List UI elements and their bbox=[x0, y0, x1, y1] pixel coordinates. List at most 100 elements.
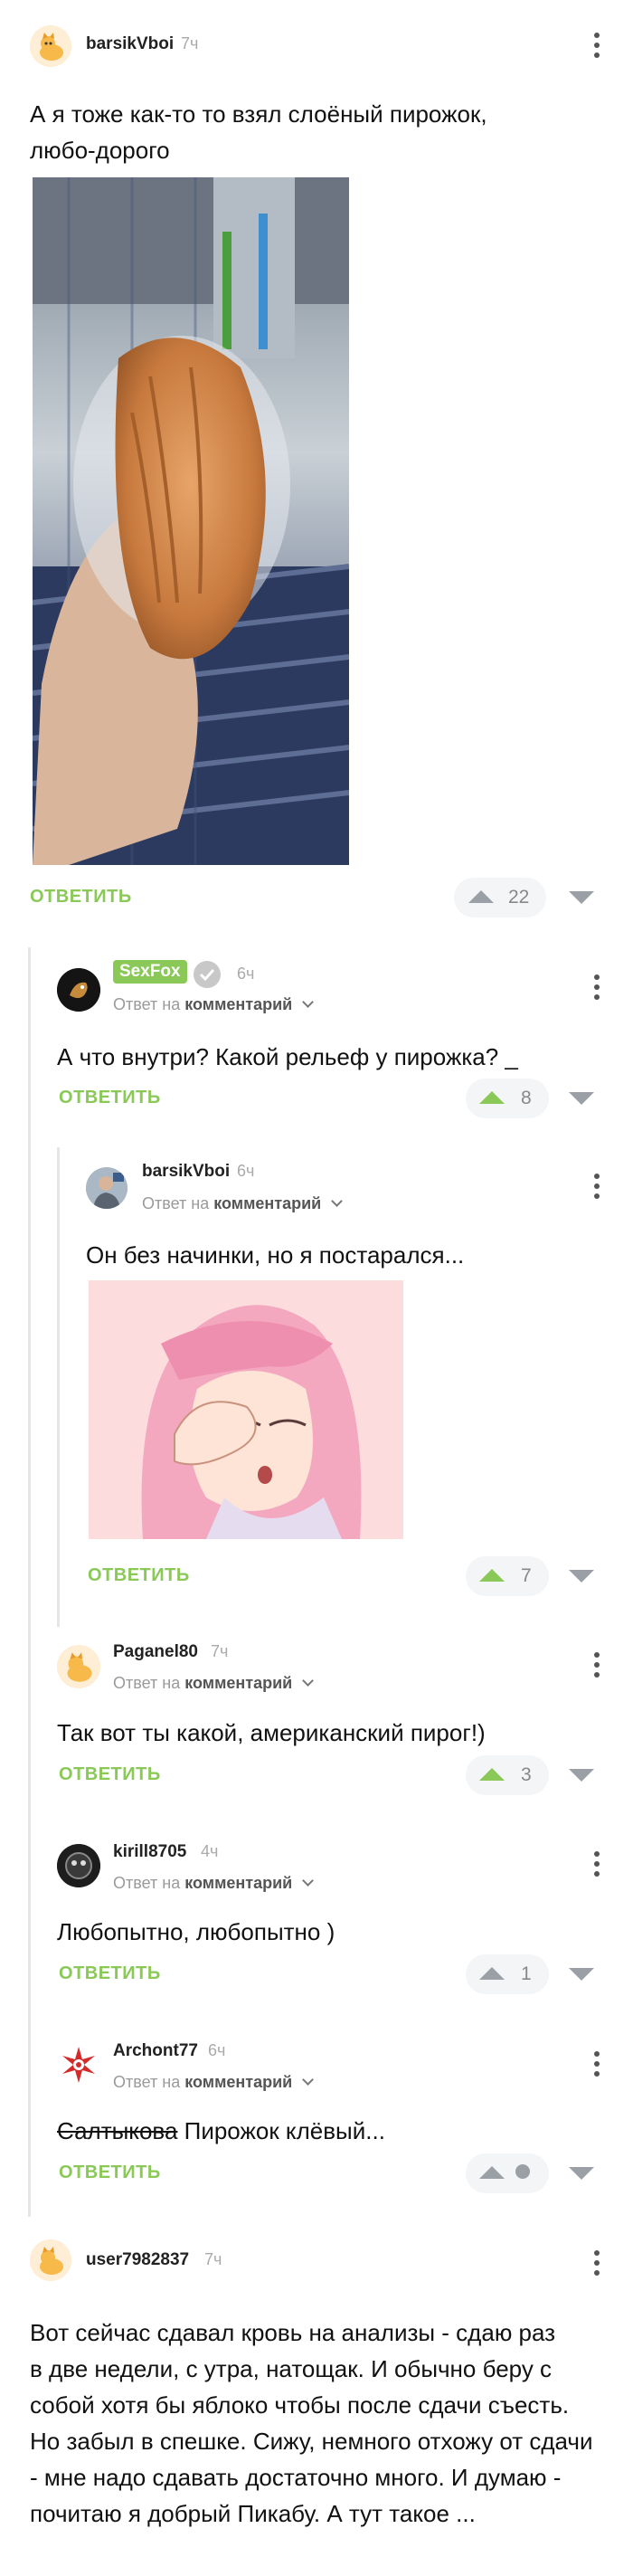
avatar[interactable] bbox=[57, 1645, 100, 1688]
comment-text: Любопытно, любопытно ) bbox=[57, 1918, 335, 1945]
reply-button[interactable]: ОТВЕТИТЬ bbox=[30, 887, 132, 908]
vote-widget bbox=[466, 1556, 549, 1596]
timestamp: 6ч bbox=[208, 2041, 226, 2059]
avatar-cat-image bbox=[30, 2239, 71, 2281]
comment-text-rest: Пирожок клёвый... bbox=[177, 2117, 385, 2144]
thread-line[interactable] bbox=[57, 1147, 60, 1627]
timestamp: 7ч bbox=[181, 34, 199, 52]
comment-text-line: А я тоже как-то то взял слоёный пирожок, bbox=[30, 100, 487, 128]
reply-to-target: комментарий bbox=[184, 2073, 293, 2091]
downvote-icon[interactable] bbox=[569, 1968, 594, 1981]
comment-text-line: любо-дорого bbox=[30, 137, 170, 164]
vote-count: 3 bbox=[521, 1764, 532, 1785]
kebab-menu-icon[interactable] bbox=[583, 1647, 610, 1683]
reply-button[interactable]: ОТВЕТИТЬ bbox=[59, 1088, 161, 1108]
reply-button[interactable]: ОТВЕТИТЬ bbox=[59, 1963, 161, 1984]
reply-to-link[interactable]: Ответ на комментарий bbox=[142, 1194, 344, 1213]
kebab-menu-icon[interactable] bbox=[583, 2245, 610, 2281]
username[interactable]: user7982837 bbox=[86, 2250, 189, 2270]
timestamp: 7ч bbox=[204, 2250, 222, 2268]
verified-badge-icon bbox=[194, 961, 221, 988]
avatar-cat-image bbox=[57, 1645, 100, 1688]
upvote-icon[interactable] bbox=[479, 1967, 505, 1980]
downvote-icon[interactable] bbox=[569, 1769, 594, 1782]
reply-to-link[interactable]: Ответ на комментарий bbox=[113, 2073, 315, 2092]
upvote-icon[interactable] bbox=[479, 1091, 505, 1104]
strikethrough-text: Салтыкова bbox=[57, 2117, 178, 2144]
downvote-icon[interactable] bbox=[569, 891, 594, 904]
vote-count: 1 bbox=[521, 1963, 532, 1984]
comment-image-facepalm[interactable] bbox=[89, 1280, 403, 1539]
comment-text-line: Вот сейчас сдавал кровь на анализы - сда… bbox=[30, 2319, 556, 2346]
timestamp: 6ч bbox=[237, 965, 255, 983]
chevron-down-icon bbox=[302, 1875, 315, 1887]
reply-to-prefix: Ответ на bbox=[113, 995, 181, 1013]
reply-button[interactable]: ОТВЕТИТЬ bbox=[88, 1565, 190, 1586]
chevron-down-icon bbox=[302, 996, 315, 1008]
kebab-menu-icon[interactable] bbox=[583, 27, 610, 63]
reply-to-prefix: Ответ на bbox=[113, 1874, 181, 1892]
reply-to-prefix: Ответ на bbox=[113, 2073, 181, 2091]
kebab-menu-icon[interactable] bbox=[583, 1168, 610, 1204]
reply-button[interactable]: ОТВЕТИТЬ bbox=[59, 1764, 161, 1785]
username[interactable]: barsikVboi bbox=[86, 34, 174, 54]
kebab-menu-icon[interactable] bbox=[583, 1846, 610, 1882]
reply-to-target: комментарий bbox=[184, 1674, 293, 1692]
username[interactable]: barsikVboi bbox=[142, 1162, 230, 1182]
anime-facepalm-illustration bbox=[89, 1280, 403, 1539]
comment-text-line: Но забыл в спешке. Сижу, немного отхожу … bbox=[30, 2428, 593, 2455]
username-badge[interactable]: SexFox bbox=[113, 960, 187, 984]
upvote-icon[interactable] bbox=[479, 1768, 505, 1781]
vote-hidden-dot bbox=[515, 2164, 530, 2179]
timestamp: 4ч bbox=[201, 1842, 219, 1860]
username[interactable]: Paganel80 bbox=[113, 1642, 198, 1662]
reply-button[interactable]: ОТВЕТИТЬ bbox=[59, 2163, 161, 2183]
vote-widget bbox=[466, 1079, 549, 1118]
upvote-icon[interactable] bbox=[479, 1569, 505, 1582]
avatar[interactable] bbox=[30, 2239, 71, 2281]
chevron-down-icon bbox=[331, 1195, 344, 1207]
comment-text-line: почитаю я добрый Пикабу. А тут такое ... bbox=[30, 2500, 476, 2527]
vote-widget bbox=[466, 2153, 549, 2193]
downvote-icon[interactable] bbox=[569, 2167, 594, 2180]
avatar[interactable] bbox=[57, 2043, 100, 2086]
comment-text-line: - мне надо сдавать достаточно много. И д… bbox=[30, 2464, 562, 2491]
avatar[interactable] bbox=[57, 968, 100, 1012]
timestamp: 7ч bbox=[211, 1642, 229, 1660]
avatar[interactable] bbox=[86, 1167, 128, 1209]
reply-to-target: комментарий bbox=[213, 1194, 322, 1212]
reply-to-prefix: Ответ на bbox=[113, 1674, 181, 1692]
vote-count: 8 bbox=[521, 1088, 532, 1108]
reply-to-link[interactable]: Ответ на комментарий bbox=[113, 995, 315, 1014]
comment-text: А что внутри? Какой рельеф у пирожка? _ bbox=[57, 1043, 518, 1070]
upvote-icon[interactable] bbox=[479, 2166, 505, 2179]
comment-image-pastry[interactable] bbox=[33, 177, 349, 865]
reply-to-link[interactable]: Ответ на комментарий bbox=[113, 1874, 315, 1893]
avatar-fox-image bbox=[57, 968, 100, 1012]
comment-text: Салтыкова Пирожок клёвый... bbox=[57, 2113, 385, 2149]
avatar[interactable] bbox=[57, 1844, 100, 1887]
timestamp: 6ч bbox=[237, 1162, 255, 1180]
avatar-emblem-image bbox=[59, 2045, 99, 2085]
downvote-icon[interactable] bbox=[569, 1092, 594, 1105]
avatar-photo bbox=[86, 1167, 128, 1209]
vote-count: 22 bbox=[508, 887, 530, 908]
comment-text: Он без начинки, но я постарался... bbox=[86, 1241, 465, 1269]
reply-to-target: комментарий bbox=[184, 995, 293, 1013]
username: SexFox bbox=[119, 962, 181, 981]
kebab-menu-icon[interactable] bbox=[583, 2046, 610, 2082]
username[interactable]: Archont77 bbox=[113, 2041, 198, 2061]
reply-to-prefix: Ответ на bbox=[142, 1194, 210, 1212]
comment-text-line: в две недели, с утра, натощак. И обычно … bbox=[30, 2355, 553, 2382]
upvote-icon[interactable] bbox=[468, 890, 494, 903]
kebab-menu-icon[interactable] bbox=[583, 969, 610, 1005]
avatar[interactable] bbox=[30, 25, 71, 67]
vote-widget bbox=[466, 1755, 549, 1795]
comment-text: Так вот ты какой, американский пирог!) bbox=[57, 1719, 486, 1746]
thread-line[interactable] bbox=[28, 947, 31, 2217]
downvote-icon[interactable] bbox=[569, 1570, 594, 1583]
avatar-cat-image bbox=[30, 25, 71, 67]
username[interactable]: kirill8705 bbox=[113, 1842, 186, 1862]
pastry-photo bbox=[33, 177, 349, 865]
reply-to-link[interactable]: Ответ на комментарий bbox=[113, 1674, 315, 1693]
